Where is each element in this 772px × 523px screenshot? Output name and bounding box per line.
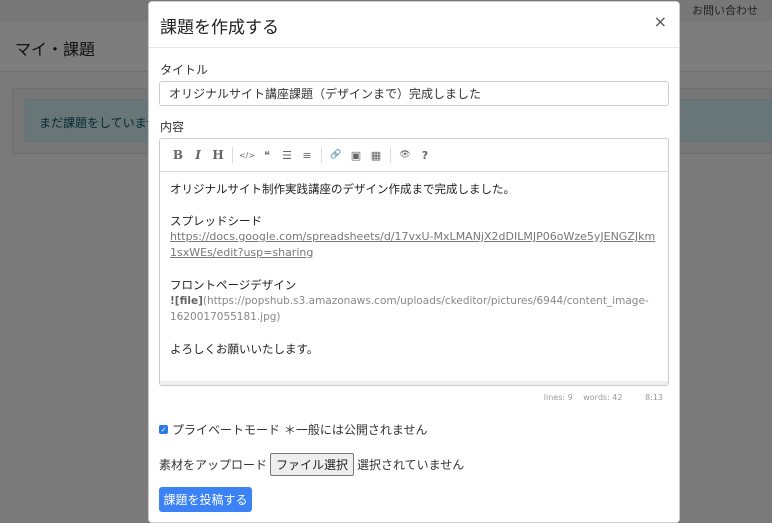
preview-icon[interactable]: 👁 — [395, 145, 415, 165]
sheet-label: スプレッドシード — [170, 214, 262, 228]
numbered-list-icon[interactable]: ≡ — [297, 145, 317, 165]
front-label: フロントページデザイン — [170, 278, 297, 292]
content-label: 内容 — [160, 120, 185, 134]
cursor-position: 8:13 — [645, 393, 663, 402]
submit-button[interactable]: 課題を投稿する — [159, 487, 252, 512]
toolbar-divider — [390, 147, 391, 163]
content-line: オリジナルサイト制作実践講座のデザイン作成まで完成しました。 — [170, 182, 515, 196]
help-icon[interactable]: ? — [415, 145, 435, 165]
italic-icon[interactable]: I — [188, 145, 208, 165]
markdown-editor[interactable]: B I H </> ❝ ☰ ≡ 🔗 ▣ ▦ 👁 ? オリジナルサイト制作実践講座… — [159, 138, 669, 386]
private-mode-checkbox[interactable]: ✓ — [159, 425, 168, 434]
title-label: タイトル — [160, 63, 209, 77]
closing-line: よろしくお願いいたします。 — [170, 342, 319, 356]
file-status: 選択されていません — [357, 458, 465, 472]
toolbar-divider — [232, 147, 233, 163]
word-count: words: 42 — [583, 393, 623, 402]
heading-icon[interactable]: H — [208, 145, 228, 165]
editor-scrollbar[interactable] — [160, 381, 668, 385]
upload-row: 素材をアップロード ファイル選択 選択されていません — [159, 453, 464, 476]
toolbar-divider — [321, 147, 322, 163]
private-mode-row: ✓ プライベートモード ＊一般には公開されません — [159, 421, 427, 438]
modal-header: 課題を作成する × — [149, 2, 679, 48]
editor-content[interactable]: オリジナルサイト制作実践講座のデザイン作成まで完成しました。 スプレッドシード … — [160, 172, 668, 382]
modal-title: 課題を作成する — [160, 18, 279, 38]
quote-icon[interactable]: ❝ — [257, 145, 277, 165]
sheet-link[interactable]: https://docs.google.com/spreadsheets/d/1… — [170, 229, 658, 261]
image-markdown: ![file](https://popshub.s3.amazonaws.com… — [170, 293, 658, 325]
title-input[interactable] — [159, 81, 669, 106]
upload-label: 素材をアップロード — [159, 458, 268, 472]
image-prefix: ![file] — [170, 295, 203, 307]
editor-toolbar: B I H </> ❝ ☰ ≡ 🔗 ▣ ▦ 👁 ? — [160, 139, 668, 172]
close-icon[interactable]: × — [654, 12, 667, 31]
bold-icon[interactable]: B — [168, 145, 188, 165]
file-select-button[interactable]: ファイル選択 — [270, 453, 355, 476]
private-mode-label[interactable]: プライベートモード ＊一般には公開されません — [172, 421, 427, 438]
editor-statusbar: lines: 9 words: 42 8:13 — [159, 393, 669, 402]
table-icon[interactable]: ▦ — [366, 145, 386, 165]
link-icon[interactable]: 🔗 — [326, 145, 346, 165]
image-url: (https://popshub.s3.amazonaws.com/upload… — [170, 295, 649, 323]
code-icon[interactable]: </> — [237, 145, 257, 165]
image-icon[interactable]: ▣ — [346, 145, 366, 165]
create-assignment-modal: 課題を作成する × タイトル 内容 B I H </> ❝ ☰ ≡ 🔗 ▣ ▦ … — [148, 1, 680, 523]
line-count: lines: 9 — [543, 393, 573, 402]
bullet-list-icon[interactable]: ☰ — [277, 145, 297, 165]
